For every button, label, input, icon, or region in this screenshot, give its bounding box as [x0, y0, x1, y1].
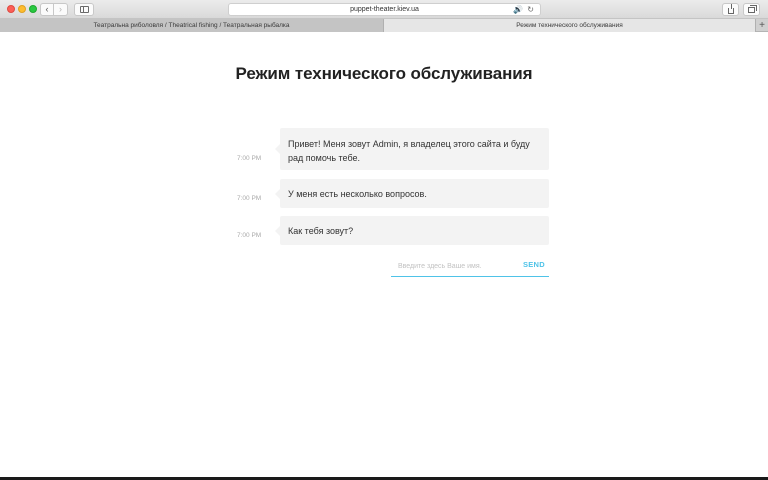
close-window-button[interactable]: [7, 5, 15, 13]
sidebar-toggle-button[interactable]: [74, 3, 94, 16]
tab-bar: Театральна риболовля / Theatrical fishin…: [0, 19, 768, 32]
tab-maintenance-mode[interactable]: Режим технического обслуживания: [384, 19, 756, 32]
speaker-icon[interactable]: 🔊: [513, 5, 523, 14]
message-time: 7:00 PM: [237, 195, 262, 202]
message-bubble: Привет! Меня зовут Admin, я владелец это…: [275, 128, 549, 170]
name-input-group: SEND: [391, 256, 549, 277]
plus-icon: +: [759, 19, 765, 31]
chat-message: 7:00 PM Привет! Меня зовут Admin, я влад…: [236, 128, 550, 170]
share-icon: [727, 3, 734, 14]
name-input[interactable]: [391, 258, 511, 274]
zoom-window-button[interactable]: [29, 5, 37, 13]
back-button[interactable]: ‹: [40, 3, 54, 16]
send-button[interactable]: SEND: [523, 260, 545, 269]
tabs-icon: [748, 4, 757, 13]
page-title: Режим технического обслуживания: [235, 64, 533, 83]
reload-icon[interactable]: ↻: [527, 5, 534, 14]
message-bubble: У меня есть несколько вопросов.: [275, 179, 549, 208]
chevron-right-icon: ›: [59, 4, 62, 14]
chevron-left-icon: ‹: [45, 4, 49, 14]
chat-message: 7:00 PM У меня есть несколько вопросов.: [236, 179, 550, 208]
message-time: 7:00 PM: [237, 155, 262, 162]
address-bar-icons: 🔊 ↻: [513, 5, 534, 14]
chat-message: 7:00 PM Как тебя зовут?: [236, 216, 550, 245]
minimize-window-button[interactable]: [18, 5, 26, 13]
share-button[interactable]: [722, 3, 739, 16]
address-bar[interactable]: puppet-theater.kiev.ua 🔊 ↻: [228, 3, 541, 16]
browser-toolbar: ‹ › puppet-theater.kiev.ua 🔊 ↻: [0, 0, 768, 19]
tab-theatrical-fishing[interactable]: Театральна риболовля / Theatrical fishin…: [0, 19, 384, 32]
message-bubble: Как тебя зовут?: [275, 216, 549, 245]
sidebar-icon: [79, 6, 89, 13]
url-text: puppet-theater.kiev.ua: [350, 6, 419, 13]
new-tab-button[interactable]: +: [756, 19, 768, 31]
message-time: 7:00 PM: [237, 232, 262, 239]
forward-button[interactable]: ›: [54, 3, 68, 16]
tab-overview-button[interactable]: [743, 3, 760, 16]
navigation-buttons: ‹ ›: [40, 3, 68, 16]
